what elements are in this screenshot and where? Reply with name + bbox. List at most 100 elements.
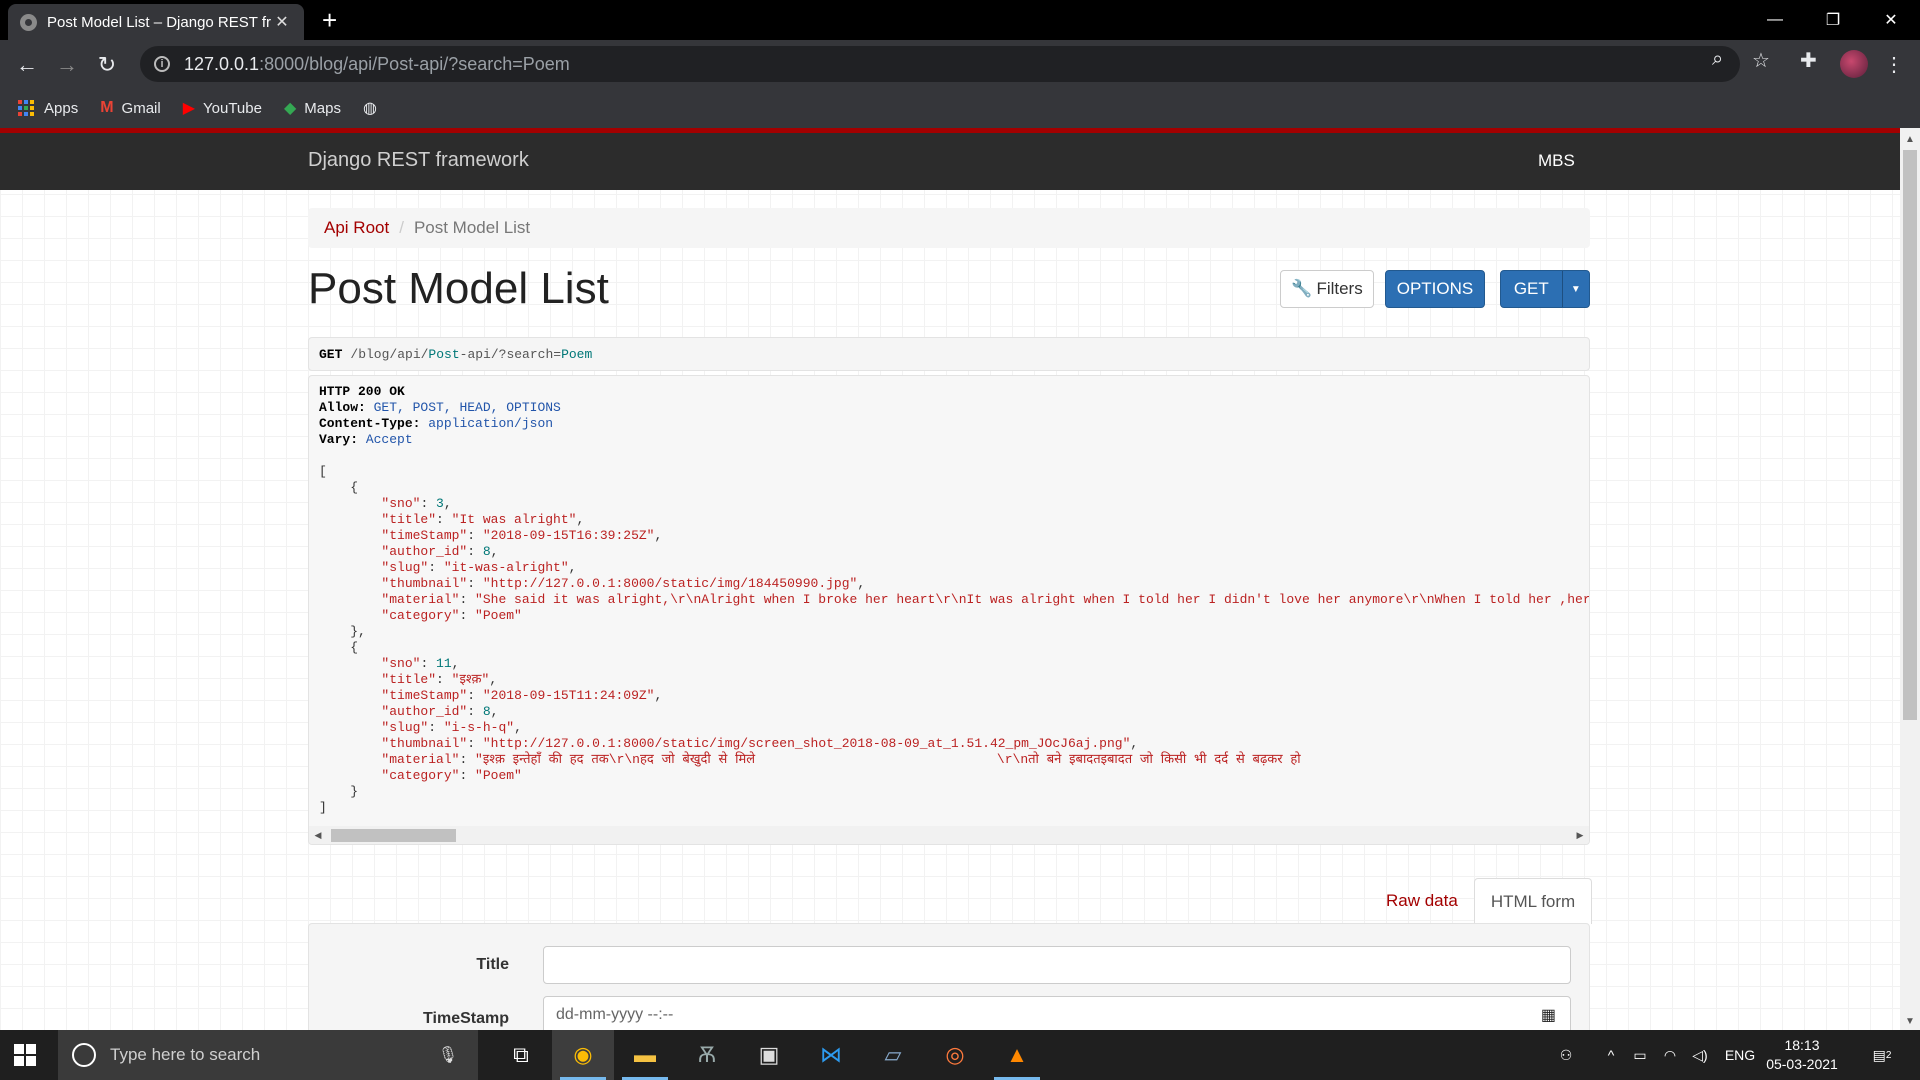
caret-down-icon[interactable]: ▼	[1561, 271, 1589, 307]
breadcrumb: Api Root / Post Model List	[308, 208, 1590, 248]
options-label: OPTIONS	[1396, 279, 1474, 298]
bookmark-label: Apps	[44, 99, 79, 117]
bookmark-globe[interactable]: ◍	[363, 98, 385, 118]
store-icon[interactable]: ▣	[738, 1030, 800, 1080]
request-query: Poem	[561, 346, 593, 362]
json-value: 8	[482, 544, 491, 559]
people-icon[interactable]: ⚇	[1550, 1030, 1582, 1080]
close-window-button[interactable]: ✕	[1862, 0, 1920, 40]
site-info-icon[interactable]: i	[154, 56, 170, 72]
request-path: -api/?search=	[459, 346, 562, 362]
microphone-icon[interactable]: 🎙	[438, 1045, 458, 1065]
request-path: /blog/api/	[350, 346, 429, 362]
bookmark-gmail[interactable]: M Gmail	[100, 99, 161, 117]
title-input[interactable]	[543, 946, 1571, 984]
scroll-right-icon[interactable]: ▶	[1571, 826, 1589, 844]
scroll-up-icon[interactable]: ▲	[1900, 130, 1920, 148]
profile-avatar[interactable]	[1840, 50, 1868, 78]
chrome-taskbar-icon[interactable]: ◉	[552, 1030, 614, 1080]
vlc-icon[interactable]: ▲	[986, 1030, 1048, 1080]
notepad-icon[interactable]: ▱	[862, 1030, 924, 1080]
options-button[interactable]: OPTIONS	[1385, 270, 1485, 308]
language-indicator[interactable]: ENG	[1722, 1030, 1758, 1080]
globe-icon: ◍	[362, 100, 377, 117]
scroll-down-icon[interactable]: ▼	[1900, 1012, 1920, 1030]
get-button[interactable]: GET ▼	[1500, 270, 1590, 308]
drf-brand[interactable]: Django REST framework	[308, 149, 529, 172]
search-placeholder: Type here to search	[110, 1045, 261, 1064]
close-tab-icon[interactable]: ✕	[272, 12, 292, 32]
vscode-icon[interactable]: ⋈	[800, 1030, 862, 1080]
breadcrumb-api-root[interactable]: Api Root	[324, 218, 389, 238]
url-path: :8000/blog/api/Post-api/?search=Poem	[259, 53, 570, 74]
taskbar-search[interactable]: Type here to search 🎙	[58, 1030, 478, 1080]
user-menu[interactable]: MBS	[1538, 151, 1575, 171]
content-type-value: application/json	[428, 416, 554, 431]
tab-raw-data[interactable]: Raw data	[1370, 878, 1474, 924]
youtube-icon: ▶	[182, 100, 196, 117]
back-icon[interactable]: ←	[12, 50, 42, 80]
filters-label: Filters	[1316, 279, 1363, 298]
chrome-menu-icon[interactable]: ⋮	[1884, 52, 1904, 77]
tab-html-form[interactable]: HTML form	[1473, 878, 1593, 924]
cortana-icon	[72, 1043, 96, 1067]
notification-center-icon[interactable]: ▤ 2	[1862, 1030, 1902, 1080]
forward-icon[interactable]: →	[52, 50, 82, 80]
windows-start-icon[interactable]	[14, 1044, 36, 1066]
bookmark-youtube[interactable]: ▶ YouTube	[183, 98, 262, 118]
zoom-icon[interactable]: ⌕	[1712, 48, 1723, 71]
address-bar[interactable]: i 127.0.0.1:8000/blog/api/Post-api/?sear…	[140, 46, 1740, 82]
get-label: GET	[1513, 279, 1549, 298]
breadcrumb-separator: /	[399, 218, 404, 237]
scroll-thumb[interactable]	[331, 829, 456, 842]
browser-toolbar: ← → ↻ i 127.0.0.1:8000/blog/api/Post-api…	[0, 40, 1920, 88]
calendar-icon[interactable]: ▦	[1541, 1005, 1556, 1025]
maps-icon: ◆	[283, 100, 297, 117]
battery-icon[interactable]: ▭	[1626, 1030, 1654, 1080]
allow-value: GET, POST, HEAD, OPTIONS	[373, 400, 561, 415]
predator-sense-icon[interactable]: Ѫ	[676, 1030, 738, 1080]
json-value: "Poem"	[475, 768, 522, 783]
task-view-icon[interactable]: ⧉	[490, 1030, 552, 1080]
horizontal-scrollbar[interactable]: ◀ ▶	[309, 826, 1589, 844]
browser-tab[interactable]: Post Model List – Django REST fr ✕	[8, 4, 304, 40]
scroll-thumb[interactable]	[1903, 150, 1917, 720]
tray-expand-icon[interactable]: ^	[1598, 1030, 1624, 1080]
bookmark-star-icon[interactable]: ☆	[1752, 48, 1770, 73]
tab-title: Post Model List – Django REST fr	[47, 13, 271, 31]
json-value: "She said it was alright,\r\nAlright whe…	[475, 592, 1590, 607]
new-tab-button[interactable]: +	[322, 6, 337, 34]
minimize-button[interactable]: —	[1746, 0, 1804, 40]
json-link[interactable]: "http://127.0.0.1:8000/static/img/184450…	[483, 576, 857, 591]
file-explorer-icon[interactable]: ▬	[614, 1030, 676, 1080]
volume-icon[interactable]: ◁)	[1686, 1030, 1714, 1080]
clock-date: 05-03-2021	[1766, 1056, 1838, 1072]
url-host: 127.0.0.1	[184, 53, 260, 74]
bookmark-maps[interactable]: ◆ Maps	[284, 98, 341, 118]
scroll-left-icon[interactable]: ◀	[309, 826, 327, 844]
reload-icon[interactable]: ↻	[92, 50, 122, 80]
clock-time: 18:13	[1784, 1037, 1820, 1053]
extensions-icon[interactable]: ✚	[1800, 48, 1817, 73]
post-form: Title TimeStamp dd-mm-yyyy --:-- ▦	[308, 923, 1590, 1030]
bookmark-apps[interactable]: Apps	[18, 100, 78, 117]
wifi-icon[interactable]: ◠	[1656, 1030, 1684, 1080]
timestamp-input[interactable]: dd-mm-yyyy --:-- ▦	[543, 996, 1571, 1030]
restore-button[interactable]: ❐	[1804, 0, 1862, 40]
response-status: HTTP 200 OK	[319, 384, 405, 399]
windows-taskbar: Type here to search 🎙 ⧉ ◉ ▬ Ѫ ▣ ⋈ ▱ ◎ ▲ …	[0, 1030, 1920, 1080]
breadcrumb-current: Post Model List	[413, 218, 531, 237]
filters-button[interactable]: 🔧 Filters	[1280, 270, 1374, 308]
page-viewport: Django REST framework MBS Api Root / Pos…	[0, 128, 1900, 1030]
json-link[interactable]: "http://127.0.0.1:8000/static/img/screen…	[483, 736, 1131, 751]
vertical-scrollbar[interactable]: ▲ ▼	[1900, 128, 1920, 1030]
safari-icon[interactable]: ◎	[924, 1030, 986, 1080]
bookmark-label: YouTube	[203, 99, 262, 117]
timestamp-placeholder: dd-mm-yyyy --:--	[556, 1006, 674, 1023]
request-info: GET /blog/api/Post -api/?search= Poem	[308, 337, 1590, 371]
json-value: "Poem"	[475, 608, 522, 623]
request-path: Post	[428, 346, 460, 362]
json-value: "इश्क़ इन्तेहाँ की हद तक\r\nहद जो बेखुदी…	[475, 752, 1301, 767]
drf-navbar: Django REST framework MBS	[0, 128, 1900, 190]
clock[interactable]: 18:13 05-03-2021	[1762, 1036, 1842, 1074]
